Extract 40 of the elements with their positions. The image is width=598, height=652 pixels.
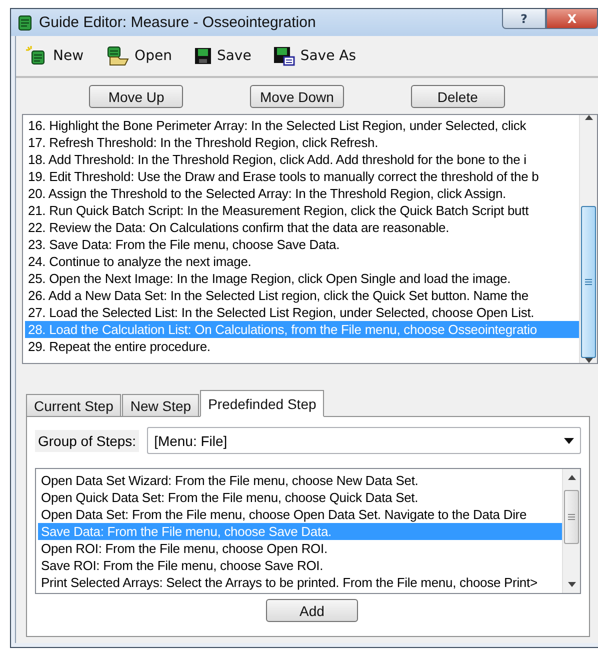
step-item[interactable]: 18. Add Threshold: In the Threshold Region, click Add. Add threshold for the bone to the i xyxy=(25,151,579,168)
tab[interactable]: Current Step xyxy=(26,394,122,417)
tab[interactable]: Predefinded Step xyxy=(200,390,324,417)
step-item[interactable]: 21. Run Quick Batch Script: In the Measurement Region, click the Quick Batch Script butt xyxy=(25,202,579,219)
step-item[interactable]: 24. Continue to analyze the next image. xyxy=(25,253,579,270)
toolbar-button[interactable]: Save As xyxy=(273,46,356,66)
predefined-step-item[interactable]: Open Data Set Wizard: From the File menu, choose New Data Set. xyxy=(38,472,562,489)
step-item[interactable]: 19. Edit Threshold: Use the Draw and Erase tools to manually correct the threshold of the b xyxy=(25,168,579,185)
add-button[interactable]: Add xyxy=(266,599,358,622)
floppy-disk-document-icon xyxy=(273,46,296,66)
step-item[interactable]: 25. Open the Next Image: In the Image Region, click Open Single and load the image. xyxy=(25,270,579,287)
step-action-button[interactable]: Move Up xyxy=(89,85,184,108)
step-item[interactable]: 23. Save Data: From the File menu, choose Save Data. xyxy=(25,236,579,253)
step-item[interactable]: 26. Add a New Data Set: In the Selected List region, click the Quick Set button. Name the xyxy=(25,287,579,304)
scroll-icon xyxy=(17,14,33,30)
group-of-steps-label: Group of Steps: xyxy=(35,430,140,452)
open-scroll-folder-icon xyxy=(106,46,130,66)
step-item[interactable]: 27. Load the Selected List: In the Selected List Region, under Selected, choose Open List. xyxy=(25,304,579,321)
dropdown-arrow-icon xyxy=(564,438,574,444)
step-item[interactable]: 20. Assign the Threshold to the Selected Array: In the Threshold Region, click Assign. xyxy=(25,185,579,202)
predefined-step-item[interactable]: Open Quick Data Set: From the File menu, choose Quick Data Set. xyxy=(38,489,562,506)
predefined-step-item[interactable]: Open ROI: From the File menu, choose Open ROI. xyxy=(38,540,562,557)
help-button[interactable]: ? xyxy=(502,9,546,29)
predefined-step-item[interactable]: Open Data Set: From the File menu, choose Open Data Set. Navigate to the Data Dire xyxy=(38,506,562,523)
scrollbar-thumb[interactable] xyxy=(581,206,596,358)
step-item[interactable]: 17. Refresh Threshold: In the Threshold Region, click Refresh. xyxy=(25,134,579,151)
step-item[interactable]: 22. Review the Data: On Calculations confirm that the data are reasonable. xyxy=(25,219,579,236)
step-action-button[interactable]: Delete xyxy=(410,85,505,108)
step-item[interactable]: 29. Repeat the entire procedure. xyxy=(25,338,579,355)
scrollbar-thumb[interactable] xyxy=(564,490,579,544)
toolbar-button[interactable]: New xyxy=(26,46,84,66)
predefined-step-item[interactable]: Save ROI: From the File menu, choose Save ROI. xyxy=(38,557,562,574)
tab[interactable]: New Step xyxy=(122,394,200,417)
toolbar-button[interactable]: Save xyxy=(194,47,252,65)
predefined-step-item[interactable]: Print Selected Arrays: Select the Arrays to be printed. From the File menu, choose Print> xyxy=(38,574,562,591)
window-title: Guide Editor: Measure - Osseointegration xyxy=(39,14,316,31)
toolbar-button[interactable]: Open xyxy=(106,46,172,66)
group-of-steps-dropdown[interactable]: [Menu: File] xyxy=(147,427,581,454)
step-action-button[interactable]: Move Down xyxy=(250,85,344,108)
step-item[interactable]: 16. Highlight the Bone Perimeter Array: In the Selected List Region, under Selected, click xyxy=(25,117,579,134)
